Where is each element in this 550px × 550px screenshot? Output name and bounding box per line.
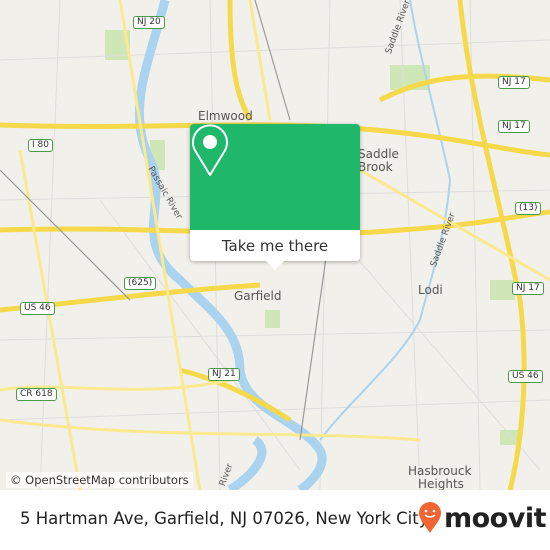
address-text: 5 Hartman Ave, Garfield, NJ 07026, New Y… [20, 509, 429, 528]
location-popup: Take me there [190, 124, 360, 270]
shield-nj17: NJ 17 [498, 120, 530, 133]
shield-625: (625) [124, 277, 157, 290]
shield-nj21: NJ 21 [208, 368, 240, 381]
shield-i80: I 80 [28, 139, 53, 152]
footer: 5 Hartman Ave, Garfield, NJ 07026, New Y… [0, 490, 550, 550]
place-label-heights: Heights [418, 477, 464, 491]
shield-13: (13) [515, 202, 542, 215]
brand-name: moovit [444, 502, 547, 534]
place-label-garfield: Garfield [234, 289, 282, 303]
moovit-pin-icon [419, 502, 441, 533]
location-pin-icon [192, 124, 228, 176]
take-me-there-button[interactable]: Take me there [190, 230, 360, 261]
popup-header [190, 124, 360, 230]
shield-nj20: NJ 20 [133, 16, 165, 29]
popup-pointer [266, 261, 284, 270]
map[interactable]: Elmwood Saddle Brook Garfield Lodi Hasbr… [0, 0, 550, 490]
place-label-saddle-brook-2: Brook [358, 160, 393, 174]
moovit-logo: moovit [418, 502, 547, 534]
shield-cr618: CR 618 [16, 388, 57, 401]
shield-nj17: NJ 17 [498, 76, 530, 89]
place-label-elmwood: Elmwood [198, 109, 253, 123]
map-attribution[interactable]: © OpenStreetMap contributors [6, 472, 193, 488]
shield-us46: US 46 [508, 370, 543, 383]
place-label-lodi: Lodi [418, 283, 443, 297]
shield-us46: US 46 [20, 302, 55, 315]
shield-nj17: NJ 17 [512, 282, 544, 295]
